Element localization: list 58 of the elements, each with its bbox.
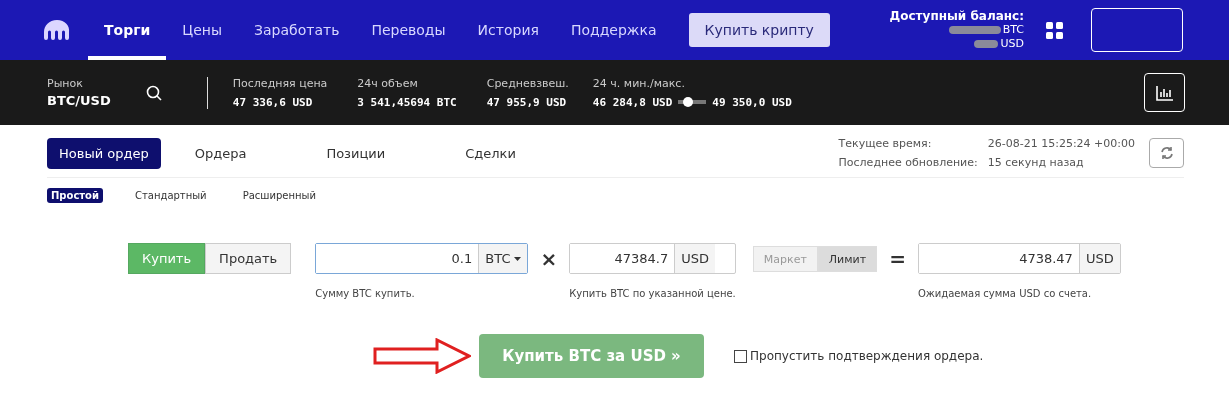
nav-tab[interactable]: Поддержка [554,0,673,60]
stat-label: Последняя цена [232,76,328,90]
market-label: Рынок [47,77,84,90]
info-value: 15 секунд назад [987,156,1085,169]
order-tab[interactable]: Сделки [453,137,528,169]
stat-min-value: 46 284,8 USD [592,95,673,109]
market-pair[interactable]: BTC/USD [47,93,111,108]
stat-value: 47 955,9 USD [486,95,567,109]
multiply-sign: × [540,247,558,271]
grid-icon[interactable] [1046,21,1063,39]
currency-unit: USD [1078,244,1120,273]
stat-value: 47 336,6 USD [232,95,313,109]
price-field[interactable]: 47384.7 USD [569,243,736,274]
arrow-icon [373,338,471,374]
stat-max-value: 49 350,0 USD [712,95,792,109]
account-button[interactable] [1091,8,1183,52]
order-tab[interactable]: Позиции [314,137,398,169]
mode-tab[interactable]: Простой [47,188,103,203]
checkbox[interactable] [734,349,747,363]
nav-tab[interactable]: Заработать [238,0,356,60]
redaction-mark [974,40,999,48]
nav-tab[interactable]: Переводы [355,0,462,60]
amount-hint: Сумму BTC купить. [315,288,416,299]
price-hint: Купить BTC по указанной цене. [569,288,736,299]
bar-chart-icon [1155,84,1174,101]
stat-label: Средневзвеш. [486,76,569,90]
chart-button[interactable] [1144,73,1185,112]
balance-currency: USD [1000,37,1024,51]
side-toggle[interactable]: Продать [205,243,292,274]
order-tab[interactable]: Новый ордер [47,137,161,169]
currency-unit: USD [674,244,715,273]
search-icon[interactable] [145,84,162,101]
amount-field[interactable]: 0.1 BTC [315,243,529,274]
mode-tab[interactable]: Стандартный [131,188,211,203]
mode-tab[interactable]: Расширенный [238,188,320,203]
redaction-mark [948,26,1001,34]
nav-tab[interactable]: Цены [166,0,239,60]
stat-label: 24 ч. мин./макс. [592,76,686,90]
total-field[interactable]: 4738.47 USD [917,243,1121,274]
stat-value: 3 541,45694 BTC [357,95,457,109]
refresh-icon [1159,146,1174,160]
equals-sign: = [889,247,906,271]
skip-confirm-checkbox[interactable]: Пропустить подтверждения ордера. [734,349,984,363]
refresh-button[interactable] [1149,138,1184,168]
order-type-toggle[interactable]: Лимит [817,246,878,272]
info-value: 26-08-21 15:25:24 +00:00 [987,137,1135,150]
logo-icon [44,20,70,40]
balance-currency: BTC [1002,23,1024,37]
nav-tab[interactable]: История [461,0,555,60]
info-label: Последнее обновление: [838,156,978,169]
stat-label: 24ч объем [357,76,419,90]
total-hint: Ожидаемая сумма USD со счета. [917,288,1093,299]
caret-icon [514,256,522,261]
currency-dropdown[interactable]: BTC [478,244,528,273]
balance-title: Доступный баланс: [889,9,1024,23]
info-label: Текущее время: [838,137,933,150]
buy-crypto-button[interactable]: Купить крипту [688,13,830,47]
order-tab[interactable]: Ордера [182,137,259,169]
